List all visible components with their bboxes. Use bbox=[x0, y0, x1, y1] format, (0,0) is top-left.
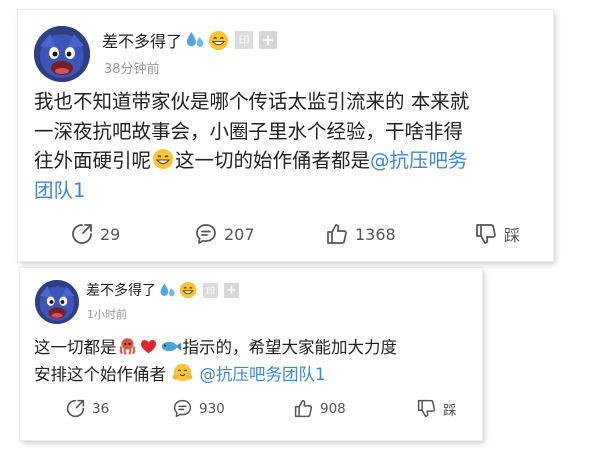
action-bar: 36 930 908 踩 bbox=[20, 398, 482, 424]
thumbs-up-icon bbox=[293, 398, 314, 419]
content-line: 安排这个始作俑者 @抗压吧务团队1 bbox=[34, 361, 479, 388]
like-count: 908 bbox=[320, 400, 346, 417]
post-time: 38分钟前 bbox=[104, 62, 160, 77]
plus-badge: + bbox=[224, 282, 239, 298]
grinning-face-icon bbox=[179, 281, 197, 299]
username[interactable]: 差不多得了 bbox=[102, 28, 182, 52]
level-badge: 印 bbox=[235, 31, 254, 49]
like-button[interactable]: 908 bbox=[293, 398, 346, 419]
post-content: 我也不知道带家伙是哪个传话太监引流来的 本来就 一深夜抗吧故事会，小圈子里水个经… bbox=[34, 87, 549, 205]
share-button[interactable]: 29 bbox=[70, 222, 120, 246]
author-row: 差不多得了 印 + bbox=[86, 280, 239, 300]
author-row: 差不多得了 印 + bbox=[102, 28, 278, 52]
content-line: 我也不知道带家伙是哪个传话太监引流来的 本来就 bbox=[34, 90, 470, 113]
comment-button[interactable]: 207 bbox=[194, 222, 255, 246]
comment-count: 930 bbox=[199, 400, 225, 417]
grinning-face-icon bbox=[152, 148, 174, 170]
content-text: 这一切都是 bbox=[34, 338, 117, 357]
share-count: 29 bbox=[100, 224, 121, 244]
mention-link[interactable]: @抗压吧务团队1 bbox=[200, 365, 326, 384]
share-icon bbox=[65, 398, 86, 419]
like-count: 1368 bbox=[355, 224, 396, 244]
post-time: 1小时前 bbox=[87, 308, 127, 321]
plus-badge: + bbox=[259, 31, 278, 49]
sweat-drops-icon bbox=[185, 30, 205, 50]
content-line: 往外面硬引呢 这一切的始作俑者都是@抗压吧务 bbox=[34, 146, 549, 176]
content-line: 这一切都是 指示的，希望大家能加大力度 bbox=[34, 334, 479, 361]
action-bar: 29 207 1368 踩 bbox=[18, 222, 553, 250]
mention-link[interactable]: @抗压吧务 bbox=[370, 149, 468, 172]
content-text: 往外面硬引呢 bbox=[34, 149, 152, 172]
fish-icon bbox=[160, 337, 182, 356]
share-icon bbox=[70, 222, 94, 246]
content-text: 这一切的始作俑者都是 bbox=[175, 149, 371, 172]
sweat-drops-icon bbox=[159, 282, 176, 299]
comment-icon bbox=[172, 398, 193, 419]
octopus-icon bbox=[118, 337, 137, 356]
dislike-button[interactable]: 踩 bbox=[416, 398, 457, 419]
thumbs-down-icon bbox=[474, 222, 498, 246]
dislike-button[interactable]: 踩 bbox=[474, 222, 520, 246]
dislike-label: 踩 bbox=[443, 402, 457, 419]
post-card: 差不多得了 印 + 38分钟前 我也不知道带家伙是哪个传话太监引流来的 本来就 … bbox=[18, 10, 553, 261]
avatar[interactable] bbox=[34, 26, 90, 82]
level-badge: 印 bbox=[203, 282, 218, 298]
like-button[interactable]: 1368 bbox=[325, 222, 396, 246]
red-heart-icon bbox=[139, 337, 158, 356]
avatar[interactable] bbox=[35, 280, 79, 324]
username[interactable]: 差不多得了 bbox=[86, 280, 156, 300]
comment-count: 207 bbox=[224, 224, 255, 244]
share-button[interactable]: 36 bbox=[65, 398, 109, 419]
post-content: 这一切都是 指示的，希望大家能加大力度 安排这个始作俑者 @抗压吧务团队1 bbox=[34, 334, 479, 388]
content-text: 指示的，希望大家能加大力度 bbox=[182, 338, 398, 357]
share-count: 36 bbox=[92, 400, 110, 417]
post-card: 差不多得了 印 + 1小时前 这一切都是 指示的，希望大家能加大力度 安排这个始作… bbox=[20, 268, 482, 440]
thumbs-down-icon bbox=[416, 398, 437, 419]
dislike-label: 踩 bbox=[504, 226, 521, 245]
grinning-face-icon bbox=[208, 30, 229, 51]
mention-link[interactable]: 团队1 bbox=[34, 176, 549, 206]
thumbs-up-icon bbox=[325, 222, 349, 246]
content-line: 一深夜抗吧故事会，小圈子里水个经验，干啥非得 bbox=[34, 119, 464, 143]
smiling-face-icon bbox=[172, 362, 193, 383]
content-text: 安排这个始作俑者 bbox=[34, 365, 166, 384]
comment-button[interactable]: 930 bbox=[172, 398, 225, 419]
comment-icon bbox=[194, 222, 218, 246]
